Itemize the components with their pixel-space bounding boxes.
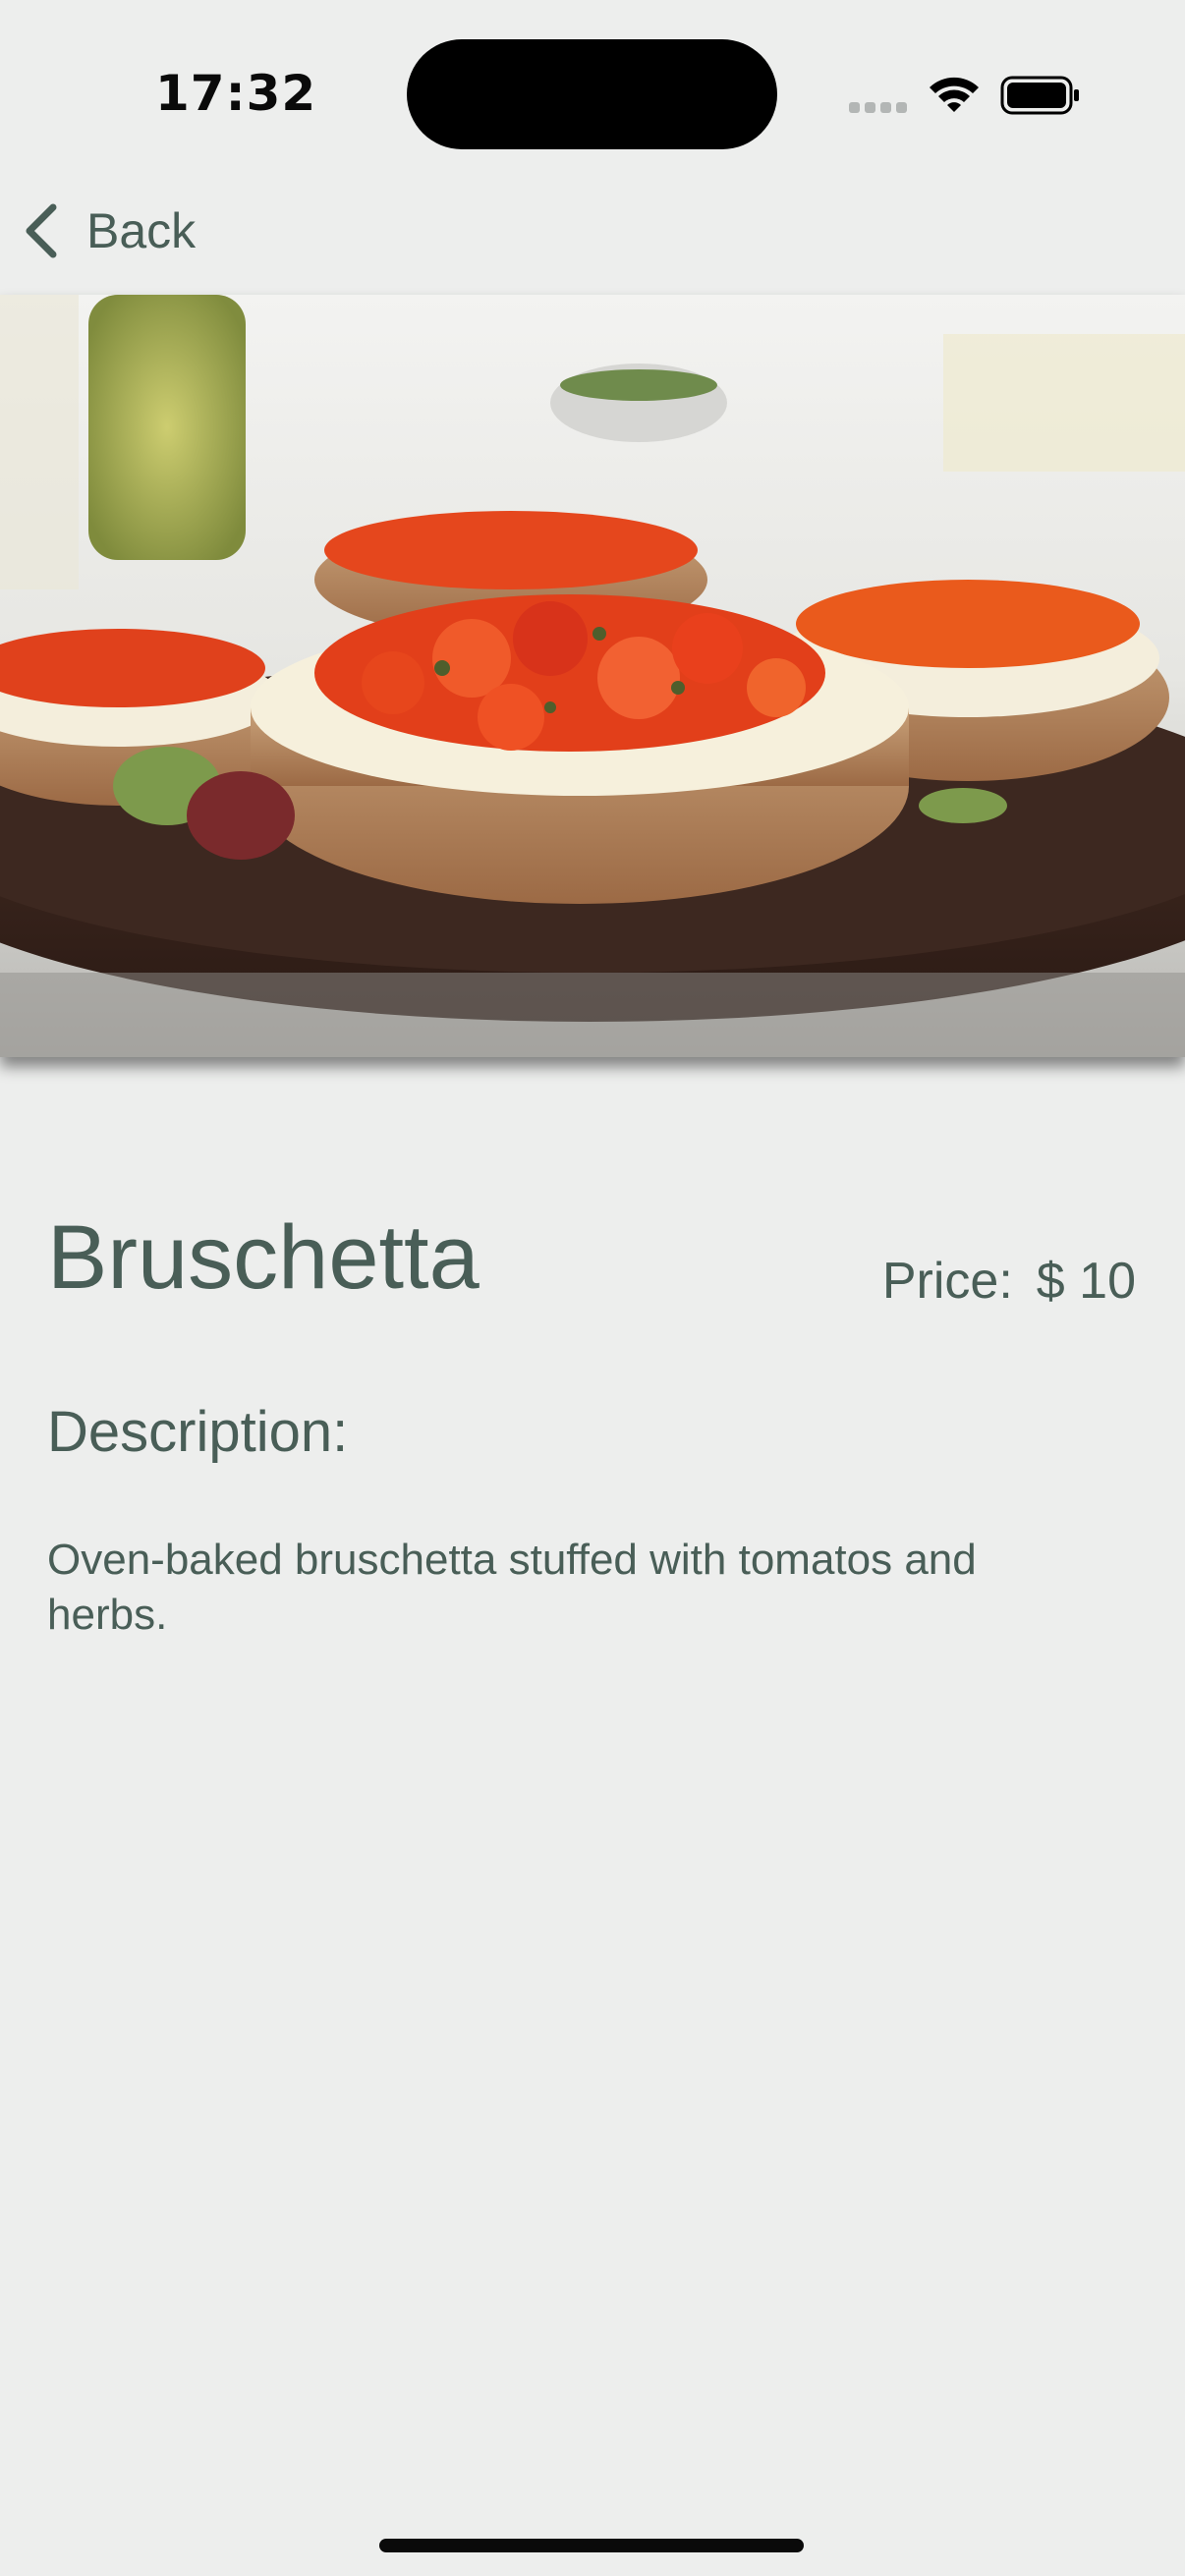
- status-bar: 17:32: [0, 0, 1185, 177]
- back-label: Back: [86, 203, 197, 258]
- chevron-left-icon: [26, 203, 57, 258]
- status-time: 17:32: [155, 65, 317, 122]
- dish-title: Bruschetta: [47, 1207, 480, 1308]
- description-heading: Description:: [47, 1400, 349, 1464]
- cellular-signal-icon: [849, 102, 908, 114]
- price-label: Price:: [881, 1253, 1013, 1310]
- dish-photo: [0, 295, 1185, 1057]
- battery-icon: [1000, 75, 1081, 116]
- wifi-icon: [928, 75, 981, 114]
- description-text: Oven-baked bruschetta stuffed with tomat…: [47, 1536, 977, 1639]
- home-indicator[interactable]: [379, 2539, 804, 2552]
- price-value: $ 10: [1036, 1253, 1136, 1310]
- dynamic-island: [407, 39, 777, 149]
- price: Price: $ 10: [882, 1252, 1136, 1311]
- back-button[interactable]: Back: [22, 196, 218, 265]
